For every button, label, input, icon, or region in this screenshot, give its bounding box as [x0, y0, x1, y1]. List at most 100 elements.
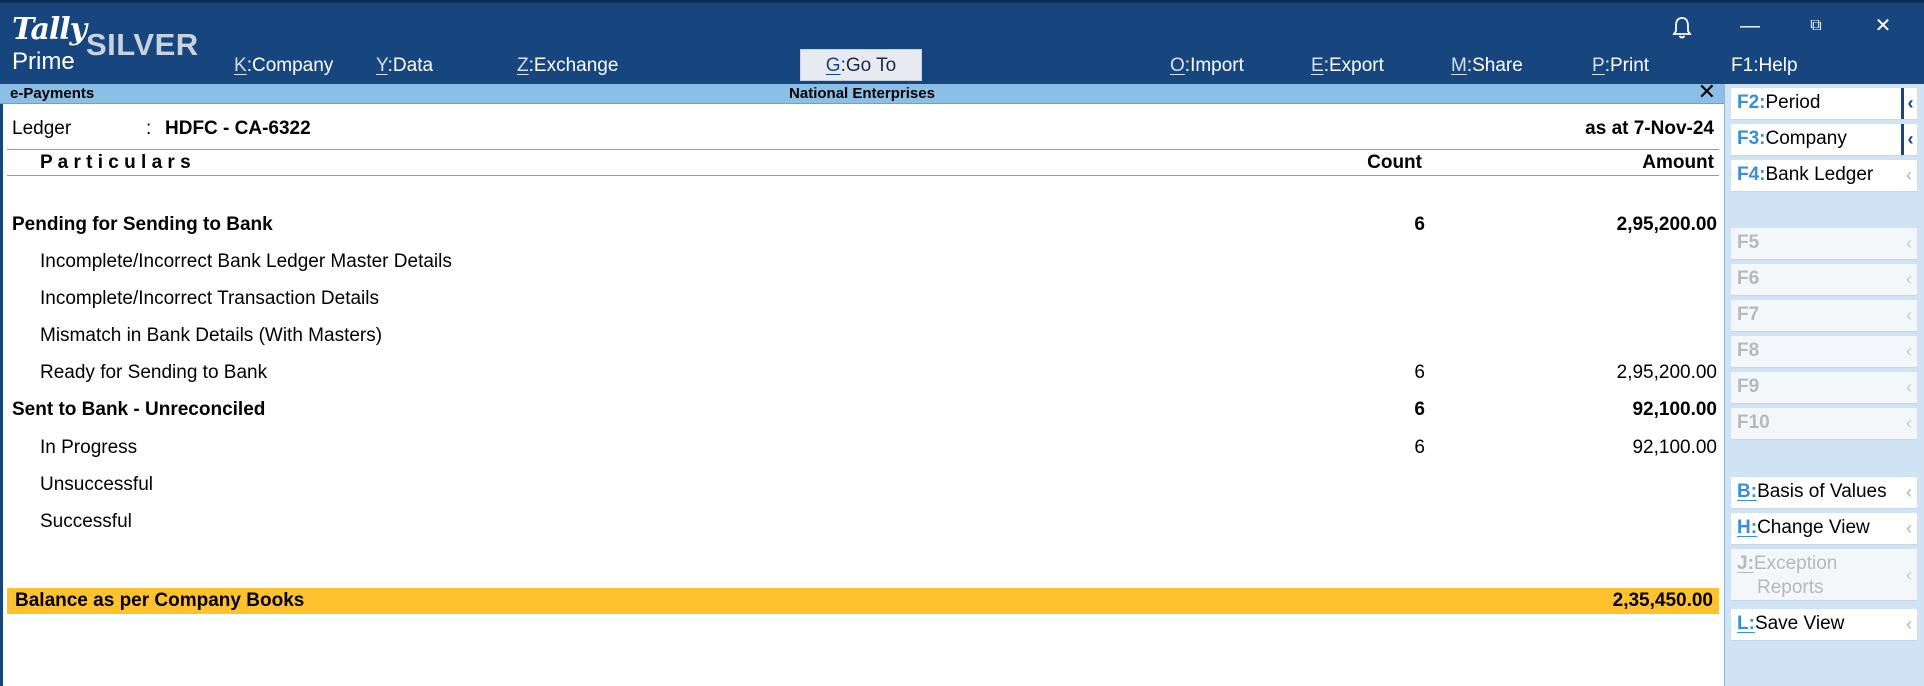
menu-label: Share [1472, 55, 1523, 76]
close-report-icon[interactable]: ✕ [1698, 81, 1716, 103]
company-button[interactable]: F3:Company ‹ [1731, 124, 1917, 156]
menu-export[interactable]: E:Export [1311, 55, 1384, 77]
row-in-progress[interactable]: In Progress 6 92,100.00 [3, 433, 1727, 463]
row-label: Mismatch in Bank Details (With Masters) [40, 325, 383, 346]
header-divider [7, 149, 1719, 150]
menu-print[interactable]: P:Print [1592, 55, 1649, 77]
chevron-left-icon: ‹ [1906, 565, 1912, 585]
change-view-button[interactable]: H:Change View ‹ [1731, 513, 1917, 545]
button-key: J: [1737, 553, 1754, 574]
row-pending-for-sending[interactable]: Pending for Sending to Bank 6 2,95,200.0… [3, 210, 1727, 240]
button-label: Company [1765, 128, 1847, 149]
button-key: L: [1737, 613, 1755, 634]
button-label: Exception [1753, 553, 1838, 574]
total-label: Balance as per Company Books [15, 590, 305, 611]
ledger-separator: : [146, 118, 152, 139]
menu-data[interactable]: Y:Data [376, 55, 433, 77]
row-sent-unreconciled[interactable]: Sent to Bank - Unreconciled 6 92,100.00 [3, 395, 1727, 425]
ledger-value[interactable]: HDFC - CA-6322 [165, 118, 311, 140]
report-name: e-Payments [10, 85, 95, 102]
row-count: 6 [1414, 437, 1425, 458]
restore-icon[interactable]: ⧉ [1801, 13, 1831, 39]
close-window-icon[interactable]: ✕ [1868, 13, 1898, 39]
minimize-icon[interactable]: — [1735, 13, 1765, 39]
chevron-left-icon: ‹ [1906, 305, 1912, 325]
row-successful[interactable]: Successful [3, 507, 1727, 537]
chevron-left-icon: ‹ [1901, 124, 1917, 155]
menu-label: Go To [845, 55, 897, 76]
exception-reports-button[interactable]: J:Exception Reports ‹ [1731, 549, 1917, 601]
row-ready-for-sending[interactable]: Ready for Sending to Bank 6 2,95,200.00 [3, 358, 1727, 388]
button-key: F4: [1737, 164, 1766, 185]
f5-button[interactable]: F5 ‹ [1731, 228, 1917, 260]
menu-import[interactable]: O:Import [1170, 55, 1244, 77]
button-label: Period [1765, 92, 1821, 113]
row-label: Incomplete/Incorrect Bank Ledger Master … [40, 251, 452, 272]
menu-key: Y [376, 55, 388, 76]
button-label-line2: Reports [1757, 577, 1824, 598]
row-mismatch-bank-details[interactable]: Mismatch in Bank Details (With Masters) [3, 321, 1727, 351]
button-key: F2: [1737, 92, 1766, 113]
menu-label: Help [1758, 55, 1798, 76]
button-label: Bank Ledger [1765, 164, 1874, 185]
menu-key: Z [517, 55, 529, 76]
column-count: Count [1367, 152, 1422, 173]
balance-total-row[interactable]: Balance as per Company Books 2,35,450.00 [7, 588, 1719, 614]
report-title-bar: National Enterprises e-Payments ✕ [0, 81, 1724, 104]
menu-exchange[interactable]: Z:Exchange [517, 55, 618, 77]
chevron-left-icon: ‹ [1906, 614, 1912, 634]
f6-button[interactable]: F6 ‹ [1731, 264, 1917, 296]
row-count: 6 [1414, 362, 1425, 383]
button-key: F9 [1737, 376, 1760, 397]
row-amount: 92,100.00 [1632, 399, 1717, 420]
row-label: Unsuccessful [40, 474, 153, 495]
chevron-left-icon: ‹ [1906, 413, 1912, 433]
f10-button[interactable]: F10 ‹ [1731, 408, 1917, 440]
button-bar: F2:Period ‹ F3:Company ‹ F4:Bank Ledger … [1724, 84, 1924, 686]
menu-label: Company [251, 55, 334, 76]
button-label: Basis of Values [1757, 481, 1887, 502]
period-button[interactable]: F2:Period ‹ [1731, 88, 1917, 120]
row-count: 6 [1414, 214, 1425, 235]
column-amount: Amount [1642, 152, 1714, 173]
as-at-date: as at 7-Nov-24 [1585, 118, 1714, 139]
f8-button[interactable]: F8 ‹ [1731, 336, 1917, 368]
ledger-label: Ledger [12, 118, 72, 139]
menu-help[interactable]: F1:Help [1731, 55, 1798, 77]
f7-button[interactable]: F7 ‹ [1731, 300, 1917, 332]
row-label: Pending for Sending to Bank [12, 214, 273, 235]
row-label: Successful [40, 511, 132, 532]
menu-key: P [1592, 55, 1605, 76]
row-label: Ready for Sending to Bank [40, 362, 268, 383]
column-divider [7, 175, 1719, 176]
button-key: B: [1737, 481, 1758, 502]
basis-of-values-button[interactable]: B:Basis of Values ‹ [1731, 477, 1917, 509]
menu-label: Print [1609, 55, 1650, 76]
menu-company[interactable]: K:Company [234, 55, 333, 77]
save-view-button[interactable]: L:Save View ‹ [1731, 609, 1917, 641]
row-incomplete-bank-ledger[interactable]: Incomplete/Incorrect Bank Ledger Master … [3, 247, 1727, 277]
button-key: F5 [1737, 232, 1760, 253]
row-incomplete-transaction[interactable]: Incomplete/Incorrect Transaction Details [3, 284, 1727, 314]
menu-key: G [825, 55, 841, 76]
bank-ledger-button[interactable]: F4:Bank Ledger ‹ [1731, 160, 1917, 192]
f9-button[interactable]: F9 ‹ [1731, 372, 1917, 404]
row-label: Sent to Bank - Unreconciled [12, 399, 266, 420]
row-unsuccessful[interactable]: Unsuccessful [3, 470, 1727, 500]
chevron-left-icon: ‹ [1906, 269, 1912, 289]
row-amount: 92,100.00 [1632, 437, 1717, 458]
notification-bell-icon[interactable] [1670, 15, 1694, 41]
column-particulars: P a r t i c u l a r s [40, 152, 191, 173]
row-label: In Progress [40, 437, 138, 458]
report-body: Ledger : HDFC - CA-6322 as at 7-Nov-24 P… [0, 104, 1724, 686]
menu-label: Exchange [533, 55, 619, 76]
chevron-left-icon: ‹ [1906, 165, 1912, 185]
menu-share[interactable]: M:Share [1451, 55, 1523, 77]
logo-prime-text: Prime [12, 48, 75, 75]
button-label: Change View [1757, 517, 1870, 538]
menu-goto[interactable]: G:Go To [800, 49, 922, 81]
row-label: Incomplete/Incorrect Transaction Details [40, 288, 379, 309]
menu-key: E [1311, 55, 1324, 76]
chevron-left-icon: ‹ [1906, 341, 1912, 361]
button-key: F7 [1737, 304, 1760, 325]
